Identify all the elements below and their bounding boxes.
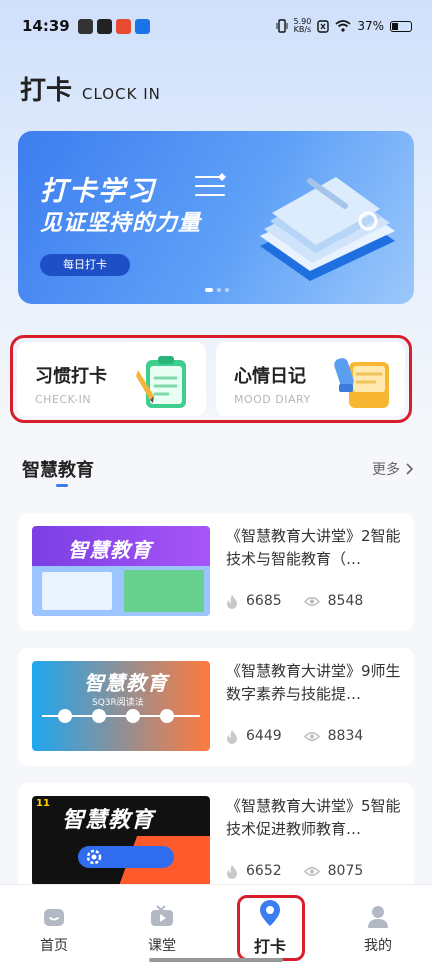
likes-stat: 6685 — [226, 593, 282, 609]
thumbnail-title: 智慧教育 — [84, 671, 168, 695]
flame-icon — [227, 594, 237, 609]
play-app-icon — [96, 18, 112, 34]
views-stat: 8834 — [303, 728, 364, 744]
red-app-icon — [115, 18, 131, 34]
likes-count: 6449 — [246, 728, 282, 744]
thumbnail-title: 智慧教育 — [62, 808, 155, 833]
app-notification-icon — [77, 18, 93, 34]
person-icon — [368, 906, 388, 928]
banner[interactable]: 打卡学习 见证坚持的力量 每日打卡 — [18, 131, 414, 304]
vibrate-icon — [276, 19, 288, 33]
tab-label: 课堂 — [148, 938, 176, 954]
views-count: 8075 — [327, 863, 364, 879]
course-list-item[interactable]: 智慧教育 SQ3R阅读法 《智慧教育大讲堂》9师生数字素养与技能提… 6449 … — [18, 648, 414, 766]
habit-check-in-card[interactable]: 习惯打卡 CHECK-IN — [17, 342, 206, 416]
battery-icon — [390, 20, 412, 32]
thumbnail-subtitle: SQ3R阅读法 — [92, 698, 144, 708]
sim-icon — [317, 19, 330, 33]
page-title: 打卡 — [20, 76, 73, 106]
battery-text: 37% — [357, 19, 384, 33]
gear-icon — [86, 849, 102, 865]
tab-home[interactable]: 首页 — [0, 885, 108, 964]
card-subtitle: MOOD DIARY — [234, 393, 311, 406]
course-stats: 6685 8548 — [226, 593, 363, 609]
gesture-home-bar[interactable] — [149, 958, 283, 962]
net-speed-unit: KB/s — [293, 25, 312, 34]
thumbnail-badge: 11 — [36, 798, 50, 809]
views-count: 8834 — [327, 728, 364, 744]
course-thumbnail: 智慧教育 SQ3R阅读法 — [32, 661, 210, 751]
tab-classroom[interactable]: 课堂 — [108, 885, 216, 964]
course-title: 《智慧教育大讲堂》5智能技术促进教师教育… — [226, 797, 401, 838]
page-subtitle: CLOCK IN — [82, 85, 161, 103]
net-speed: 5.90 KB/s — [294, 18, 312, 34]
section-title: 智慧教育 — [22, 460, 94, 481]
pagination-dot — [225, 288, 229, 292]
banner-tagline: 见证坚持的力量 — [40, 211, 202, 236]
flame-icon — [227, 864, 237, 879]
card-title: 心情日记 — [234, 366, 306, 387]
tab-mine[interactable]: 我的 — [324, 885, 432, 964]
course-thumbnail: 智慧教育 — [32, 526, 210, 616]
bottom-tab-bar: 首页 课堂 打卡 我的 — [0, 884, 432, 964]
pagination-dot — [205, 288, 213, 292]
views-stat: 8548 — [303, 593, 364, 609]
home-icon — [44, 909, 64, 926]
tab-label: 我的 — [364, 938, 392, 954]
eye-icon — [303, 866, 320, 876]
course-title: 《智慧教育大讲堂》9师生数字素养与技能提… — [226, 662, 401, 703]
banner-headline: 打卡学习 — [40, 176, 156, 207]
mood-diary-card[interactable]: 心情日记 MOOD DIARY — [216, 342, 405, 416]
status-bar: 14:39 5.90 KB/s 37% — [0, 0, 432, 52]
more-link[interactable]: 更多 — [372, 459, 414, 479]
tab-label: 首页 — [40, 938, 68, 954]
active-tab-highlight — [237, 895, 305, 961]
thumbnail-title: 智慧教育 — [68, 538, 152, 562]
eye-icon — [303, 596, 320, 606]
more-label: 更多 — [372, 462, 400, 478]
course-list-item[interactable]: 智慧教育 《智慧教育大讲堂》2智能技术与智能教育（… 6685 8548 — [18, 513, 414, 631]
wifi-icon — [335, 20, 351, 32]
feature-cards-highlight: 习惯打卡 CHECK-IN 心情日记 MOOD DIARY — [10, 335, 412, 423]
sparkle-icon — [195, 173, 226, 196]
notebook-illustration — [260, 177, 395, 281]
card-subtitle: CHECK-IN — [35, 393, 92, 406]
section-header: 智慧教育 更多 — [22, 456, 414, 487]
flame-icon — [227, 729, 237, 744]
daily-clock-in-button[interactable]: 每日打卡 — [40, 254, 130, 276]
clipboard-pencil-icon — [136, 356, 186, 408]
card-title: 习惯打卡 — [35, 366, 107, 387]
likes-count: 6652 — [246, 863, 282, 879]
diary-book-icon — [334, 358, 389, 408]
chevron-right-icon — [406, 463, 414, 475]
tv-icon — [151, 905, 173, 926]
page-header: 打卡 CLOCK IN — [20, 70, 161, 107]
section-title-underline — [56, 484, 68, 487]
course-title: 《智慧教育大讲堂》2智能技术与智能教育（… — [226, 527, 401, 568]
eye-icon — [303, 731, 320, 741]
likes-stat: 6652 — [226, 863, 282, 879]
views-count: 8548 — [327, 593, 364, 609]
pagination-dot — [217, 288, 221, 292]
status-time: 14:39 — [22, 17, 70, 35]
likes-count: 6685 — [246, 593, 282, 609]
likes-stat: 6449 — [226, 728, 282, 744]
views-stat: 8075 — [303, 863, 364, 879]
banner-pagination — [205, 288, 229, 292]
alipay-icon — [134, 18, 150, 34]
course-thumbnail: 11 智慧教育 — [32, 796, 210, 886]
course-stats: 6652 8075 — [226, 863, 363, 879]
course-stats: 6449 8834 — [226, 728, 363, 744]
